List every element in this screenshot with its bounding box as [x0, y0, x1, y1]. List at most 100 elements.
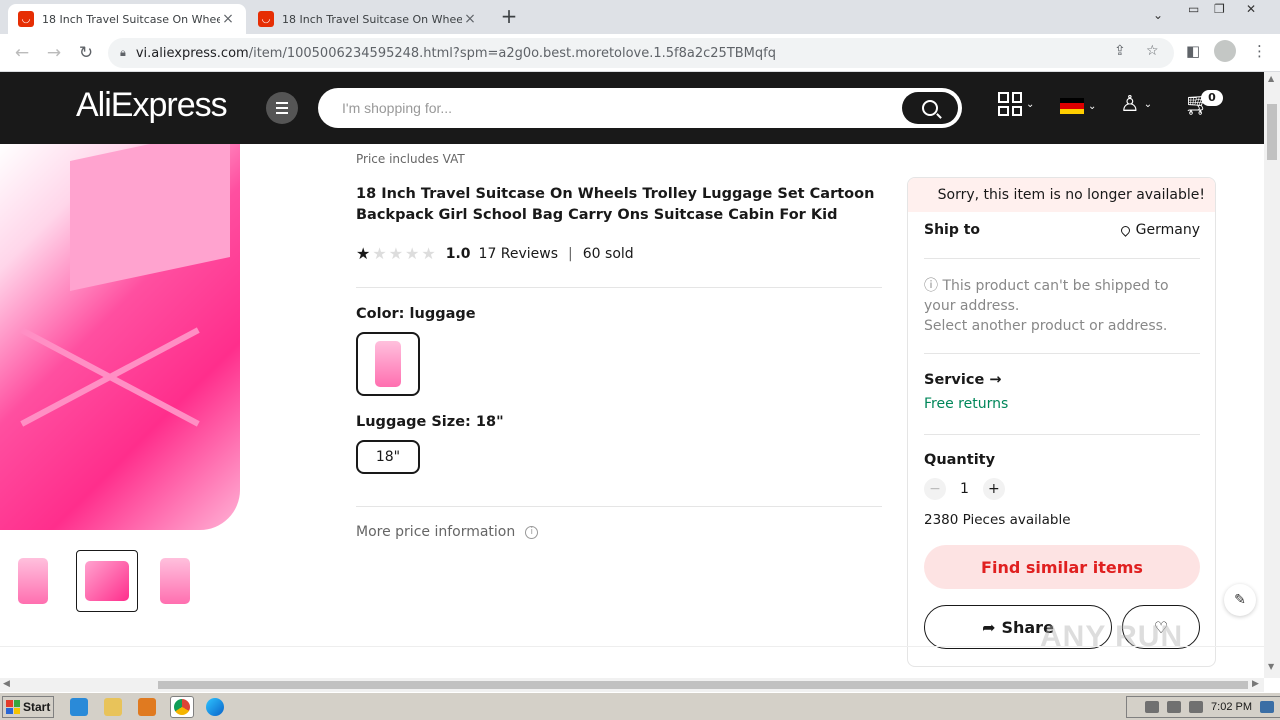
close-window-icon[interactable]: ✕ [1246, 2, 1256, 16]
star-icon: ★ [356, 244, 371, 263]
location-pin-icon [1118, 223, 1132, 237]
increase-quantity-button[interactable]: + [982, 478, 1005, 500]
share-page-icon[interactable]: ⇪ [1114, 43, 1126, 59]
chevron-down-icon: ⌄ [1143, 99, 1153, 110]
star-rating[interactable]: ★ ★ ★ ★ ★ [356, 244, 436, 263]
start-button[interactable]: Start [2, 696, 54, 718]
account-menu[interactable]: ♙ ⌄ [1120, 92, 1152, 117]
ship-to-location: Germany [1118, 222, 1200, 238]
product-main-image[interactable] [0, 144, 240, 530]
restore-window-icon[interactable]: ❐ [1214, 2, 1225, 16]
share-icon: ➦ [982, 617, 996, 637]
search-button[interactable] [902, 92, 958, 124]
quantity-stepper: − 1 + [924, 478, 1200, 500]
chevron-down-icon: ⌄ [1088, 100, 1097, 112]
vertical-scroll-thumb[interactable] [1267, 104, 1277, 160]
close-tab-icon[interactable]: × [220, 11, 236, 27]
unavailable-banner: Sorry, this item is no longer available! [908, 178, 1215, 212]
germany-flag-icon [1060, 98, 1084, 114]
edge-icon[interactable] [206, 698, 224, 716]
quantity-value[interactable]: 1 [960, 481, 969, 497]
info-icon: i [525, 525, 539, 539]
back-arrow-icon[interactable]: ← [10, 41, 34, 65]
scroll-right-arrow-icon[interactable]: ▶ [1252, 679, 1259, 689]
show-desktop-icon[interactable] [1260, 701, 1274, 713]
scroll-up-arrow-icon[interactable]: ▲ [1268, 74, 1274, 83]
pencil-icon: ✎ [1234, 592, 1246, 608]
pieces-available: 2380 Pieces available [924, 512, 1071, 528]
horizontal-scrollbar[interactable]: ◀ ▶ [0, 678, 1264, 692]
divider [924, 353, 1200, 354]
chrome-icon [174, 699, 190, 715]
browser-tab-bar: ◡ 18 Inch Travel Suitcase On Wheels Tr ×… [0, 0, 1280, 34]
internet-explorer-icon[interactable] [70, 698, 88, 716]
buy-panel: Sorry, this item is no longer available!… [907, 177, 1216, 667]
url-host: vi.aliexpress.com [135, 45, 249, 61]
color-option-luggage[interactable] [356, 332, 420, 396]
flag-icon[interactable] [1189, 701, 1204, 713]
categories-menu-button[interactable] [266, 92, 298, 124]
chrome-taskbar-button[interactable] [170, 696, 194, 718]
system-tray: 7:02 PM [1126, 696, 1280, 718]
horizontal-scroll-thumb[interactable] [158, 681, 1248, 689]
address-bar-row: ← → ↻ 🔒︎ vi.aliexpress.com/item/10050062… [0, 34, 1280, 72]
service-row[interactable]: Service → Free returns [924, 372, 1200, 412]
clock: 7:02 PM [1211, 701, 1252, 713]
tab-search-chevron-icon[interactable]: ⌄ [1153, 8, 1163, 22]
scroll-left-arrow-icon[interactable]: ◀ [3, 679, 10, 689]
url-field[interactable]: 🔒︎ vi.aliexpress.com/item/10050062345952… [108, 38, 1174, 68]
search-bar [318, 88, 962, 128]
scroll-down-arrow-icon[interactable]: ▼ [1268, 662, 1274, 671]
hamburger-line [276, 112, 288, 114]
minimize-window-icon[interactable]: ▭ [1188, 2, 1199, 16]
star-icon: ★ [421, 244, 436, 263]
user-icon: ♙ [1120, 92, 1140, 117]
forward-arrow-icon[interactable]: → [42, 41, 66, 65]
lock-icon: 🔒︎ [120, 46, 126, 59]
side-panel-icon[interactable]: ◧ [1186, 42, 1200, 60]
close-tab-icon[interactable]: × [462, 11, 478, 27]
new-tab-button[interactable]: + [498, 6, 520, 28]
info-icon: ⓘ [924, 278, 943, 294]
feedback-edit-button[interactable]: ✎ [1224, 584, 1256, 616]
find-similar-button[interactable]: Find similar items [924, 545, 1200, 589]
search-input[interactable] [342, 100, 882, 116]
browser-tab-2[interactable]: ◡ 18 Inch Travel Suitcase On Wheels Tr × [248, 4, 488, 34]
ship-to-row[interactable]: Ship to Germany [924, 222, 1200, 238]
rating-row: ★ ★ ★ ★ ★ 1.0 17 Reviews | 60 sold [356, 244, 634, 263]
thumbnail-2[interactable] [76, 550, 138, 612]
ship-to-label: Ship to [924, 222, 981, 238]
windows-logo-icon [6, 700, 20, 714]
no-ship-message: This product can't be shipped to your ad… [924, 278, 1169, 314]
star-icon: ★ [405, 244, 420, 263]
region-menu[interactable]: ⌄ [1060, 98, 1096, 114]
file-explorer-icon[interactable] [104, 698, 122, 716]
chevron-down-icon: ⌄ [1026, 98, 1035, 110]
network-icon[interactable] [1167, 701, 1182, 713]
volume-icon[interactable] [1145, 701, 1160, 713]
anyrun-watermark: ANY RUN [1040, 620, 1184, 653]
star-icon: ★ [388, 244, 404, 263]
thumbnail-1[interactable] [2, 550, 64, 612]
browser-menu-icon[interactable]: ⋮ [1252, 42, 1267, 60]
size-option-18[interactable]: 18" [356, 440, 420, 474]
product-page: Price includes VAT 18 Inch Travel Suitca… [0, 144, 1264, 678]
decrease-quantity-button[interactable]: − [924, 478, 946, 500]
divider [356, 287, 882, 288]
suitcase-thumbnail-image [160, 558, 190, 604]
aliexpress-logo[interactable]: AliExpress [76, 86, 228, 125]
suitcase-swatch-image [375, 341, 401, 387]
app-qr-menu[interactable]: ⌄ [998, 92, 1034, 116]
more-price-info[interactable]: More price information i [356, 524, 539, 540]
more-price-label: More price information [356, 524, 516, 540]
profile-avatar-icon[interactable] [1214, 40, 1236, 62]
reviews-link[interactable]: 17 Reviews [479, 246, 559, 262]
free-returns: Free returns [924, 396, 1009, 412]
thumbnail-3[interactable] [144, 550, 206, 612]
media-player-icon[interactable] [138, 698, 156, 716]
browser-tab-1[interactable]: ◡ 18 Inch Travel Suitcase On Wheels Tr × [8, 4, 246, 34]
service-label-row: Service → [924, 372, 1200, 388]
vertical-scrollbar[interactable]: ▲ ▼ [1264, 72, 1280, 678]
reload-icon[interactable]: ↻ [74, 41, 98, 65]
bookmark-star-icon[interactable]: ☆ [1146, 43, 1159, 59]
